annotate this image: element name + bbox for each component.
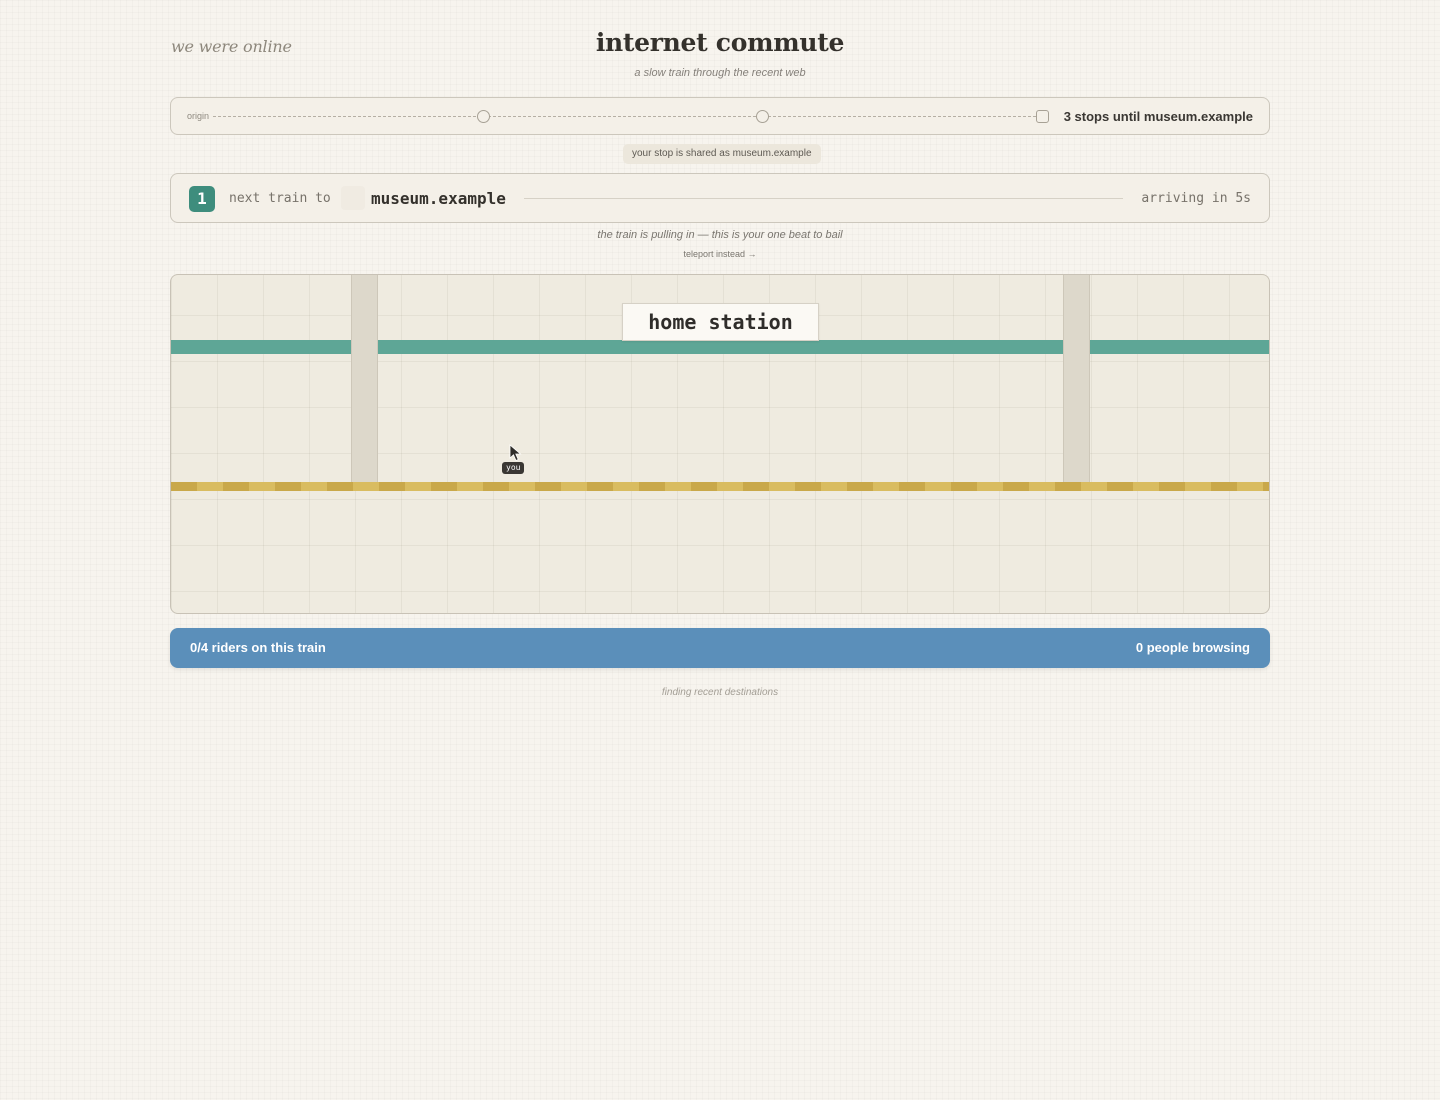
route-progress-bar: origin 3 stops until museum.example xyxy=(170,97,1270,135)
teleport-link[interactable]: teleport instead → xyxy=(0,249,1440,259)
next-train-label: next train to xyxy=(229,191,331,206)
page-title: internet commute xyxy=(595,28,845,57)
people-browsing-count: 0 people browsing xyxy=(1135,640,1250,655)
route-dashed-line xyxy=(213,116,1041,117)
stops-remaining: 3 stops until museum.example xyxy=(1063,109,1253,124)
divider xyxy=(524,198,1123,199)
train-number-badge: 1 xyxy=(189,186,215,212)
wall-stripe xyxy=(171,340,1269,354)
loading-status: finding recent destinations xyxy=(661,687,779,698)
boarding-notice: the train is pulling in — this is your o… xyxy=(597,229,843,241)
platform-pillar xyxy=(351,275,378,483)
pointer-cursor-icon xyxy=(509,444,522,462)
page-subtitle: a slow train through the recent web xyxy=(634,67,806,79)
platform-pillar xyxy=(1063,275,1090,483)
route-origin-label: origin xyxy=(187,111,210,121)
circle-stop-icon xyxy=(756,110,769,123)
circle-stop-icon xyxy=(477,110,490,123)
station-scene[interactable]: home station you xyxy=(170,274,1270,614)
station-sign: home station xyxy=(622,303,819,341)
you-label: you xyxy=(502,462,525,474)
next-train-destination[interactable]: museum.example xyxy=(371,189,506,208)
next-train-bar: 1 next train to museum.example arriving … xyxy=(170,173,1270,223)
destination-favicon-icon xyxy=(341,186,365,210)
square-destination-icon xyxy=(1036,110,1049,123)
riders-status-bar: 0/4 riders on this train 0 people browsi… xyxy=(170,628,1270,668)
arrival-countdown: arriving in 5s xyxy=(1141,191,1251,206)
share-status-pill: your stop is shared as museum.example xyxy=(623,144,821,164)
platform-edge xyxy=(171,482,1269,491)
riders-count: 0/4 riders on this train xyxy=(190,640,326,655)
